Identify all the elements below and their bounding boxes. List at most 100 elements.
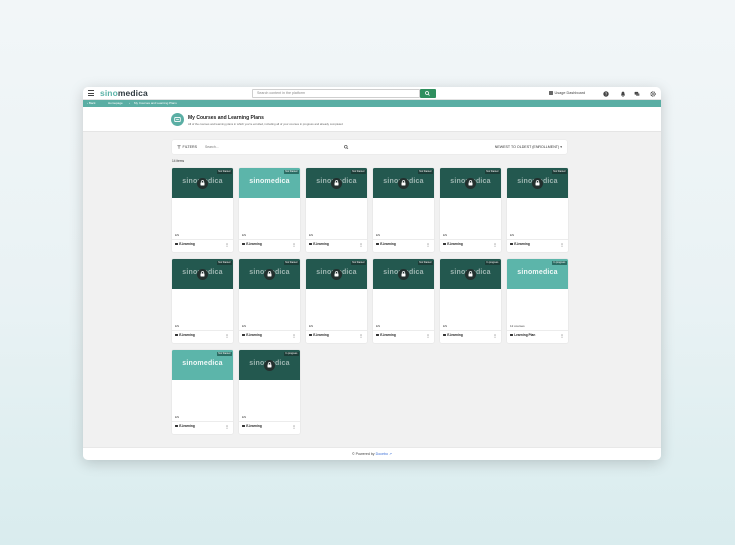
powered-by-footer: © Powered by Docebo ↗ <box>83 447 661 460</box>
filters-label: FILTERS <box>182 145 198 149</box>
status-badge: Not Started <box>485 169 500 174</box>
course-card[interactable]: sinomedicaNot StartedENE-learning⋮ <box>373 168 434 252</box>
catalog-search-input[interactable]: Search... <box>205 140 219 154</box>
course-type-label: E-learning <box>514 242 530 246</box>
chat-icon[interactable] <box>634 91 640 97</box>
course-thumbnail[interactable]: sinomedicaIn progress <box>440 259 501 289</box>
course-card[interactable]: sinomedicaNot StartedENE-learning⋮ <box>373 259 434 343</box>
more-options-icon[interactable]: ⋮ <box>292 424 296 429</box>
course-card[interactable]: sinomedicaNot StartedENE-learning⋮ <box>507 168 568 252</box>
status-badge: Not Started <box>418 260 433 265</box>
course-type-label: E-learning <box>313 333 329 337</box>
status-badge: In progress <box>284 351 299 356</box>
help-icon[interactable]: ? <box>603 90 609 97</box>
more-options-icon[interactable]: ⋮ <box>359 242 363 247</box>
course-type-icon <box>242 333 246 337</box>
divider <box>373 239 434 240</box>
status-badge: Not Started <box>351 260 366 265</box>
course-thumbnail[interactable]: sinomedicaNot Started <box>507 168 568 198</box>
filters-button[interactable]: FILTERS <box>177 140 197 154</box>
platform-search-input[interactable]: Search content in the platform <box>252 89 420 98</box>
course-thumbnail[interactable]: sinomedicaNot Started <box>373 259 434 289</box>
course-type: E-learning <box>242 424 262 429</box>
course-language: EN <box>175 324 180 328</box>
breadcrumb: ‹ Back Homepage › My Courses and Learnin… <box>83 100 661 107</box>
more-options-icon[interactable]: ⋮ <box>292 333 296 338</box>
divider <box>239 421 300 422</box>
more-options-icon[interactable]: ⋮ <box>426 333 430 338</box>
bell-icon[interactable] <box>620 91 626 97</box>
course-thumbnail[interactable]: sinomedicaNot Started <box>239 259 300 289</box>
course-card[interactable]: sinomedicaNot StartedENE-learning⋮ <box>172 350 233 434</box>
sort-dropdown[interactable]: NEWEST TO OLDEST (ENROLLMENT) ▾ <box>495 140 562 154</box>
course-card[interactable]: sinomedica In progress 12 courses Learning … <box>507 259 568 343</box>
course-card[interactable]: sinomedicaNot StartedENE-learning⋮ <box>172 259 233 343</box>
docebo-link[interactable]: Docebo <box>376 452 388 456</box>
course-thumbnail[interactable]: sinomedicaNot Started <box>373 168 434 198</box>
course-thumbnail[interactable]: sinomedicaIn progress <box>507 259 568 289</box>
back-link[interactable]: ‹ Back <box>87 100 96 107</box>
more-options-icon[interactable]: ⋮ <box>359 333 363 338</box>
course-thumbnail[interactable]: sinomedicaNot Started <box>172 350 233 380</box>
status-badge: Not Started <box>552 169 567 174</box>
breadcrumb-home[interactable]: Homepage <box>108 100 123 107</box>
dashboard-icon <box>549 90 553 95</box>
more-options-icon[interactable]: ⋮ <box>292 242 296 247</box>
course-type-icon <box>376 242 380 246</box>
lock-icon <box>532 177 543 189</box>
more-options-icon[interactable]: ⋮ <box>225 424 229 429</box>
status-badge: Not Started <box>284 169 299 174</box>
usage-dashboard-link[interactable]: Usage Dashboard <box>549 90 585 97</box>
course-card[interactable]: sinomedicaIn progress EN E-learning ⋮ <box>239 350 300 434</box>
more-options-icon[interactable]: ⋮ <box>426 242 430 247</box>
more-options-icon[interactable]: ⋮ <box>493 333 497 338</box>
divider <box>239 330 300 331</box>
chevron-down-icon: ▾ <box>560 145 562 149</box>
course-type: E-learning <box>175 242 195 247</box>
courses-icon <box>171 113 184 126</box>
course-thumbnail[interactable]: sinomedicaNot Started <box>172 168 233 198</box>
items-count: 14 items <box>172 159 185 163</box>
logo-part-1: sino <box>100 88 118 98</box>
course-card[interactable]: sinomedicaIn progress EN E-learning ⋮ <box>440 259 501 343</box>
external-link-icon[interactable]: ↗ <box>389 452 392 456</box>
more-options-icon[interactable]: ⋮ <box>560 333 564 338</box>
course-type-label: Learning Plan <box>514 333 536 337</box>
course-language: EN <box>309 233 314 237</box>
course-type: E-learning <box>376 333 396 338</box>
course-card[interactable]: sinomedicaNot StartedENE-learning⋮ <box>239 168 300 252</box>
course-type-icon <box>242 242 246 246</box>
divider <box>507 330 568 331</box>
search-button[interactable] <box>420 89 436 98</box>
course-card[interactable]: sinomedicaNot StartedENE-learning⋮ <box>172 168 233 252</box>
page-subtitle: All of the courses and learning plans in… <box>188 122 343 126</box>
settings-icon[interactable] <box>650 90 656 97</box>
course-type: E-learning <box>242 333 262 338</box>
more-options-icon[interactable]: ⋮ <box>225 333 229 338</box>
menu-icon[interactable] <box>88 90 94 96</box>
course-type-icon <box>309 333 313 337</box>
course-type-icon <box>309 242 313 246</box>
course-type-label: E-learning <box>313 242 329 246</box>
course-thumbnail[interactable]: sinomedicaNot Started <box>239 168 300 198</box>
more-options-icon[interactable]: ⋮ <box>493 242 497 247</box>
course-type: Learning Plan <box>510 333 535 338</box>
course-card[interactable]: sinomedicaNot StartedENE-learning⋮ <box>306 259 367 343</box>
course-card[interactable]: sinomedicaNot Started EN E-learning ⋮ <box>306 168 367 252</box>
course-card[interactable]: sinomedicaNot StartedENE-learning⋮ <box>239 259 300 343</box>
course-thumbnail[interactable]: sinomedicaNot Started <box>172 259 233 289</box>
more-options-icon[interactable]: ⋮ <box>225 242 229 247</box>
course-thumbnail[interactable]: sinomedicaNot Started <box>306 168 367 198</box>
course-card[interactable]: sinomedicaNot StartedENE-learning⋮ <box>440 168 501 252</box>
lock-icon <box>197 268 208 280</box>
divider <box>172 239 233 240</box>
logo[interactable]: sinomedica <box>100 88 148 98</box>
more-options-icon[interactable]: ⋮ <box>560 242 564 247</box>
course-type-label: E-learning <box>380 242 396 246</box>
divider <box>239 239 300 240</box>
course-thumbnail[interactable]: sinomedicaNot Started <box>440 168 501 198</box>
divider <box>172 330 233 331</box>
course-thumbnail[interactable]: sinomedicaNot Started <box>306 259 367 289</box>
search-icon[interactable] <box>344 144 349 150</box>
course-thumbnail[interactable]: sinomedicaIn progress <box>239 350 300 380</box>
